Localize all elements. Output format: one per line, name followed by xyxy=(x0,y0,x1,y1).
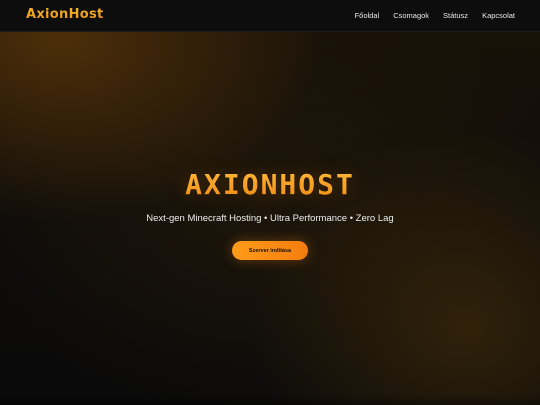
nav-link-kapcsolat[interactable]: Kapcsolat xyxy=(482,10,515,22)
nav-menu: Főoldal Csomagok Státusz Kapcsolat xyxy=(355,10,515,22)
page: AxionHost Főoldal Csomagok Státusz Kapcs… xyxy=(0,0,540,405)
brand-logo[interactable]: AxionHost xyxy=(26,7,104,22)
top-navbar: AxionHost Főoldal Csomagok Státusz Kapcs… xyxy=(0,0,540,32)
bottom-fade xyxy=(0,395,540,405)
nav-link-csomagok[interactable]: Csomagok xyxy=(393,10,429,22)
hero-subtitle: Next-gen Minecraft Hosting • Ultra Perfo… xyxy=(146,213,394,224)
hero-title: AXIONHOST xyxy=(0,168,540,201)
start-server-button[interactable]: Szerver indítása xyxy=(232,241,308,260)
hero-section: AXIONHOST Next-gen Minecraft Hosting • U… xyxy=(0,32,540,405)
nav-link-statusz[interactable]: Státusz xyxy=(443,10,468,22)
nav-link-fooldal[interactable]: Főoldal xyxy=(355,10,380,22)
